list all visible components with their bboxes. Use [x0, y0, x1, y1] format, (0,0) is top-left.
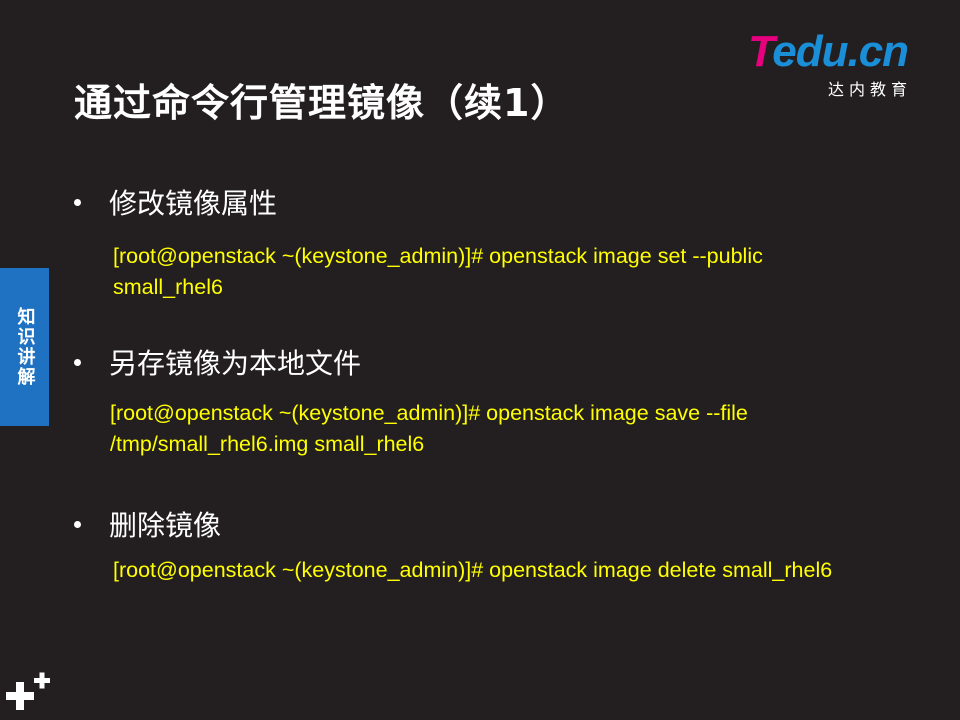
code-block: [root@openstack ~(keystone_admin)]# open… [110, 398, 748, 460]
slide: 通过命令行管理镜像（续1） Tedu.cn 达内教育 知识讲解 修改镜像属性 [… [0, 0, 960, 720]
plus-icon [6, 672, 50, 710]
bullet-dot-icon [74, 520, 81, 528]
bullet-heading: 另存镜像为本地文件 [109, 347, 362, 380]
logo-domain: edu.cn [772, 27, 909, 76]
slide-title: 通过命令行管理镜像（续1） [74, 81, 570, 125]
tedu-logo: Tedu.cn 达内教育 [748, 27, 933, 100]
code-line: small_rhel6 [113, 275, 223, 299]
bullet-heading: 删除镜像 [109, 509, 222, 542]
code-line: [root@openstack ~(keystone_admin)]# open… [113, 558, 833, 582]
code-block: [root@openstack ~(keystone_admin)]# open… [113, 555, 832, 586]
bullet-dot-icon [74, 198, 81, 206]
logo-letter-t: T [748, 27, 773, 76]
bullet-item: 另存镜像为本地文件 [74, 342, 361, 382]
logo-subtitle: 达内教育 [828, 80, 913, 99]
code-block: [root@openstack ~(keystone_admin)]# open… [113, 241, 763, 303]
code-line: /tmp/small_rhel6.img small_rhel6 [110, 432, 425, 456]
bullet-heading: 修改镜像属性 [109, 187, 278, 220]
code-line: [root@openstack ~(keystone_admin)]# open… [110, 401, 748, 425]
side-tab-label: 知识讲解 [14, 307, 36, 387]
logo-wordmark: Tedu.cn [748, 27, 909, 76]
bullet-dot-icon [74, 358, 81, 366]
bullet-item: 删除镜像 [74, 504, 221, 544]
side-tab: 知识讲解 [0, 268, 49, 426]
code-line: [root@openstack ~(keystone_admin)]# open… [113, 244, 763, 268]
bullet-item: 修改镜像属性 [74, 182, 277, 222]
